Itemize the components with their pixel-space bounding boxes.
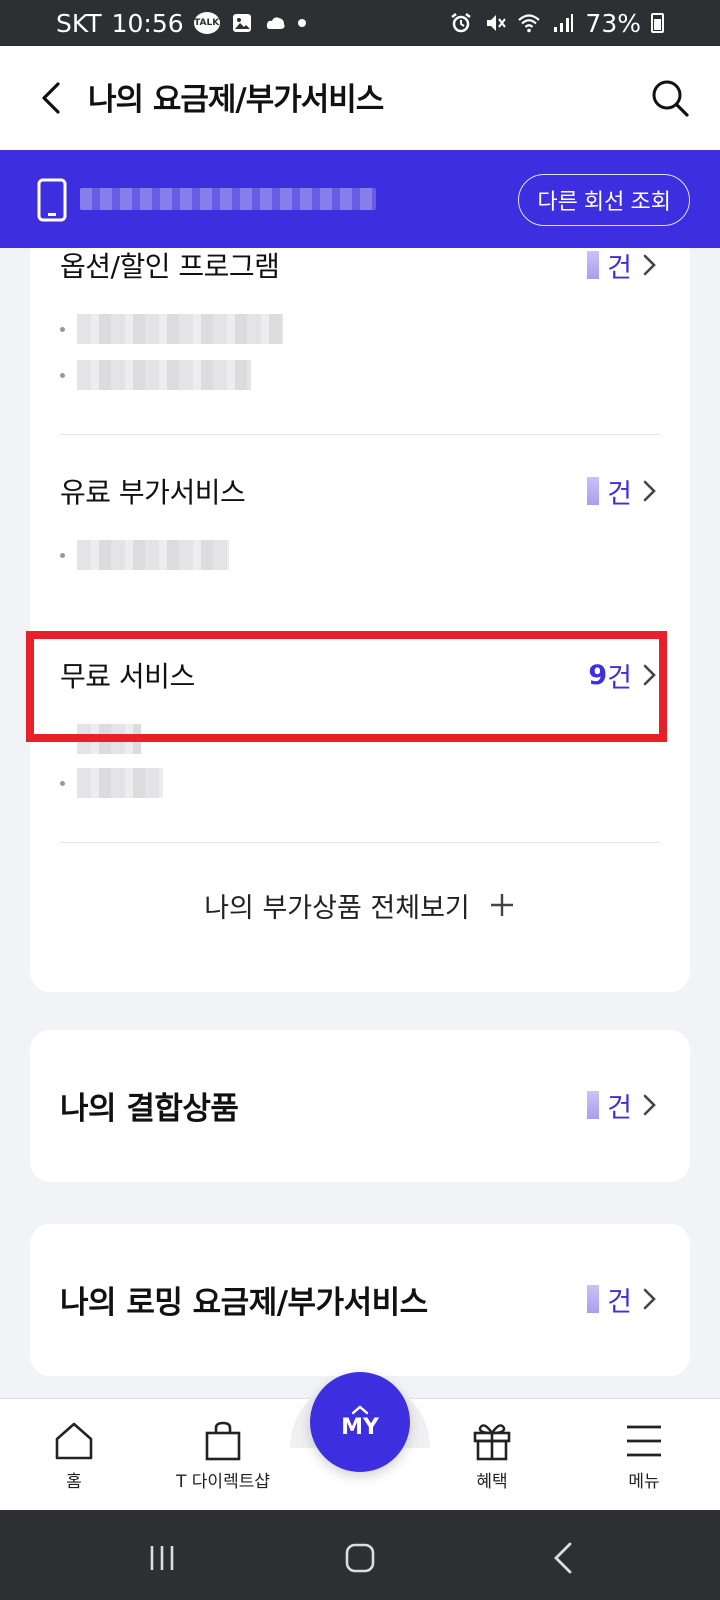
other-line-button[interactable]: 다른 회선 조회 [518,174,690,226]
status-right: 73% [449,9,664,38]
nav-direct-shop-label: T 다이렉트샵 [176,1472,270,1492]
free-count: 9 건 [588,656,660,695]
divider [60,434,660,435]
options-section-title: 옵션/할인 프로그램 [60,250,280,283]
roaming-count: 건 [587,1280,660,1319]
nav-benefits-label: 혜택 [476,1472,508,1492]
roaming-card[interactable]: 나의 로밍 요금제/부가서비스 건 [30,1224,690,1376]
masked-item-text [77,768,163,798]
cloud-notification-icon [266,17,285,29]
status-left: SKT 10:56 TALK [56,9,306,38]
masked-item-text [77,540,229,570]
divider [60,842,660,843]
list-item [60,358,251,392]
hamburger-menu-icon [627,1425,661,1457]
page-title: 나의 요금제/부가서비스 [88,82,384,118]
carrier-label: SKT [56,8,102,38]
phone-icon [37,178,67,222]
list-item [60,538,229,572]
paid-section-title: 유료 부가서비스 [60,476,246,509]
more-notifications-dot [297,19,306,27]
count-suffix: 건 [607,478,632,510]
chevron-right-icon [643,1094,656,1116]
clock: 10:56 [111,8,184,38]
nav-benefits[interactable]: 혜택 [470,1419,514,1492]
search-icon[interactable] [648,76,692,120]
battery-percent: 73% [585,8,641,38]
gallery-notification-icon [232,14,251,32]
view-all-label: 나의 부가상품 전체보기 [204,892,470,924]
paid-count: 건 [587,472,660,511]
nav-home-label: 홈 [66,1472,82,1492]
talk-notification-icon: TALK [193,12,220,34]
wifi-icon [518,14,541,33]
roaming-section-row[interactable]: 나의 로밍 요금제/부가서비스 건 [60,1274,660,1324]
my-button[interactable]: MY [310,1372,410,1472]
nav-home[interactable]: 홈 [52,1419,96,1492]
masked-item-text [77,724,141,754]
masked-phone-number [80,188,376,210]
app-header: 나의 요금제/부가서비스 [0,46,720,150]
bundle-title: 나의 결합상품 [60,1090,239,1127]
back-arrow-icon[interactable] [30,76,74,120]
bullet-icon [60,326,65,332]
bundle-count: 건 [587,1086,660,1125]
count-suffix: 건 [607,662,632,694]
bullet-icon [60,372,65,378]
shopping-bag-icon [205,1421,241,1461]
view-all-button[interactable]: 나의 부가상품 전체보기 [30,880,690,930]
nav-direct-shop[interactable]: T 다이렉트샵 [176,1419,270,1492]
add-on-services-card: 옵션/할인 프로그램 건 유료 부가서비스 건 무료 서비스 9 건 나의 부가… [30,248,690,992]
bullet-icon [60,780,65,786]
plus-icon [490,894,513,916]
options-section-row[interactable]: 옵션/할인 프로그램 건 [60,240,660,290]
chevron-right-icon [643,480,656,502]
recent-apps-icon[interactable] [142,1538,182,1578]
home-icon [55,1422,93,1460]
chevron-right-icon [643,254,656,276]
masked-item-text [77,360,251,390]
free-section-row[interactable]: 무료 서비스 9 건 [60,650,660,700]
masked-count [587,1091,600,1119]
list-item [60,766,163,800]
home-button-icon[interactable] [340,1538,380,1578]
chevron-right-icon [643,664,656,686]
chevron-up-icon [351,1404,369,1414]
nav-menu[interactable]: 메뉴 [622,1419,666,1492]
status-bar: SKT 10:56 TALK 73% [0,0,720,46]
my-button-label: MY [341,1414,379,1440]
masked-item-text [77,314,283,344]
masked-count [587,251,600,279]
count-number: 9 [588,659,608,691]
back-button-icon[interactable] [544,1538,584,1578]
bullet-icon [60,552,65,558]
count-suffix: 건 [607,1092,632,1124]
bundle-section-row[interactable]: 나의 결합상품 건 [60,1080,660,1130]
gift-icon [473,1424,511,1461]
roaming-title: 나의 로밍 요금제/부가서비스 [60,1284,428,1321]
options-count: 건 [587,246,660,285]
signal-icon [554,14,574,32]
battery-icon [651,13,664,33]
count-suffix: 건 [607,252,632,284]
alarm-icon [451,13,472,33]
bundle-card[interactable]: 나의 결합상품 건 [30,1030,690,1182]
list-item [60,722,141,756]
masked-count [587,1285,600,1313]
bullet-icon [60,736,65,742]
list-item [60,312,283,346]
paid-section-row[interactable]: 유료 부가서비스 건 [60,466,660,516]
count-suffix: 건 [607,1286,632,1318]
chevron-right-icon [643,1288,656,1310]
free-section-title: 무료 서비스 [60,660,195,693]
line-selector-bar: 다른 회선 조회 [0,150,720,248]
nav-menu-label: 메뉴 [628,1472,660,1492]
mute-icon [487,15,507,31]
masked-count [587,477,600,505]
system-navigation-bar [0,1510,720,1600]
